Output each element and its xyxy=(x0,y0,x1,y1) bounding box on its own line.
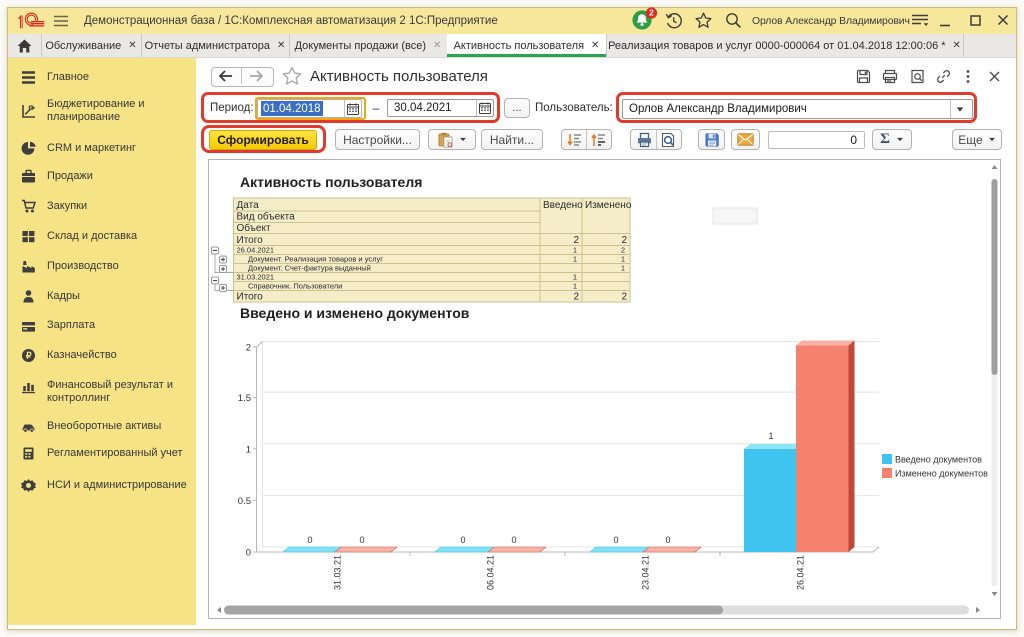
svg-text:Итого: Итого xyxy=(237,292,264,303)
svg-text:1: 1 xyxy=(621,264,625,273)
svg-text:1: 1 xyxy=(573,273,577,282)
svg-text:Изменено: Изменено xyxy=(585,200,632,211)
svg-text:31.03.2021: 31.03.2021 xyxy=(237,273,275,282)
svg-text:2: 2 xyxy=(573,292,579,303)
svg-text:1: 1 xyxy=(573,246,577,255)
svg-text:1.5: 1.5 xyxy=(238,393,251,404)
svg-text:26.04.21: 26.04.21 xyxy=(796,555,806,590)
svg-text:Объект: Объект xyxy=(237,222,271,234)
svg-text:Вид объекта: Вид объекта xyxy=(237,211,296,223)
svg-text:2: 2 xyxy=(621,235,627,246)
svg-text:2: 2 xyxy=(621,292,627,303)
svg-text:Введено: Введено xyxy=(543,200,583,211)
svg-text:26.04.2021: 26.04.2021 xyxy=(237,246,275,255)
svg-text:0: 0 xyxy=(359,535,364,545)
svg-text:Введено и изменено документов: Введено и изменено документов xyxy=(240,305,470,321)
svg-text:23.04.21: 23.04.21 xyxy=(641,555,651,590)
svg-text:0: 0 xyxy=(665,535,670,545)
svg-text:2: 2 xyxy=(621,246,625,255)
svg-text:0: 0 xyxy=(460,535,465,545)
svg-text:2: 2 xyxy=(573,235,579,246)
svg-text:1: 1 xyxy=(768,431,773,441)
svg-text:2: 2 xyxy=(649,7,654,17)
svg-text:Итого: Итого xyxy=(237,235,264,246)
svg-text:31.03.21: 31.03.21 xyxy=(333,555,343,590)
svg-text:1: 1 xyxy=(621,255,625,264)
svg-text:Активность пользователя: Активность пользователя xyxy=(240,174,422,190)
svg-text:Изменено документов: Изменено документов xyxy=(895,469,988,479)
svg-text:0: 0 xyxy=(307,535,312,545)
svg-text:1: 1 xyxy=(573,282,577,291)
svg-text:06.04.21: 06.04.21 xyxy=(486,555,496,590)
svg-text:2: 2 xyxy=(246,343,251,354)
svg-text:Справочник. Пользователи: Справочник. Пользователи xyxy=(248,282,342,291)
svg-text:0: 0 xyxy=(613,535,618,545)
svg-text:Документ. Реализация товаров и: Документ. Реализация товаров и услуг xyxy=(248,255,383,264)
svg-text:Документ. Счет-фактура выданны: Документ. Счет-фактура выданный xyxy=(248,264,371,273)
svg-text:Дата: Дата xyxy=(237,200,260,211)
svg-text:1: 1 xyxy=(246,444,251,455)
svg-text:0.5: 0.5 xyxy=(238,496,251,507)
svg-text:0: 0 xyxy=(511,535,516,545)
svg-text:₽: ₽ xyxy=(26,351,32,361)
svg-text:1: 1 xyxy=(573,255,577,264)
svg-text:0: 0 xyxy=(246,548,251,559)
svg-text:Введено документов: Введено документов xyxy=(895,455,982,465)
